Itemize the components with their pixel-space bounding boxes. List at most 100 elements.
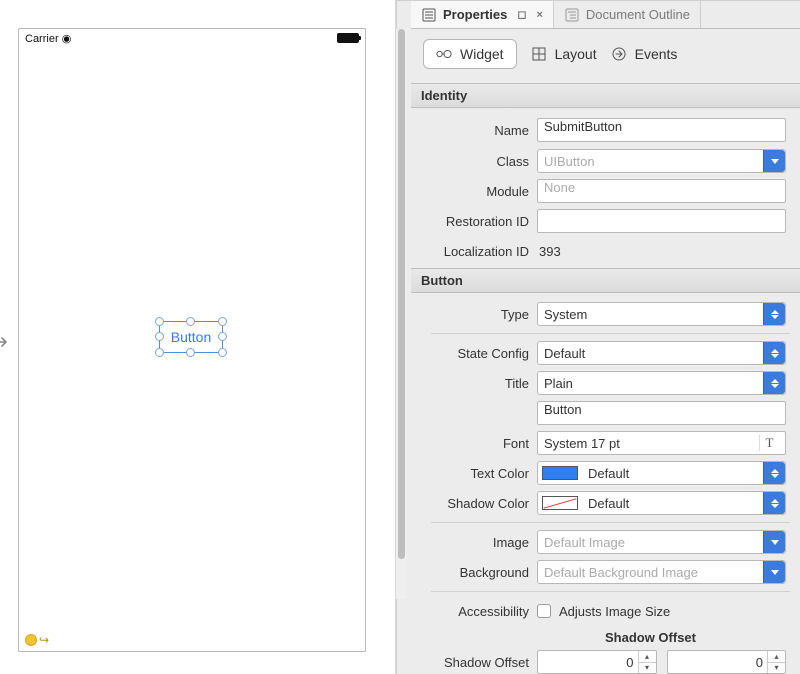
label-localization-id: Localization ID <box>411 244 537 259</box>
button-form: Type System State Config Default <box>411 293 800 674</box>
resize-handle-bl[interactable] <box>155 348 164 357</box>
title-kind-select[interactable]: Plain <box>537 371 786 395</box>
dropdown-caret-icon <box>763 462 785 484</box>
label-restoration-id: Restoration ID <box>411 214 537 229</box>
label-shadow-offset: Shadow Offset <box>411 655 537 670</box>
module-input[interactable]: None <box>537 179 786 203</box>
label-type: Type <box>411 307 537 322</box>
label-class: Class <box>411 154 537 169</box>
mode-layout-button[interactable]: Layout <box>531 46 597 62</box>
title-text-input[interactable]: Button <box>537 401 786 425</box>
dropdown-caret-icon <box>763 561 785 583</box>
text-color-select[interactable]: Default <box>537 461 786 485</box>
shadow-color-swatch <box>542 496 578 510</box>
state-config-select[interactable]: Default <box>537 341 786 365</box>
widget-mode-icon <box>436 46 452 62</box>
scrollbar-thumb[interactable] <box>398 29 405 559</box>
stepper-spinner[interactable]: ▴▾ <box>767 651 785 673</box>
scrollbar[interactable] <box>396 29 407 599</box>
tab-outline-label: Document Outline <box>586 7 690 22</box>
accessibility-checkbox[interactable] <box>537 604 551 618</box>
section-header-button: Button <box>411 268 800 293</box>
label-shadow-color: Shadow Color <box>411 496 537 511</box>
type-select-value: System <box>544 307 587 322</box>
label-title: Title <box>411 376 537 391</box>
class-select[interactable]: UIButton <box>537 149 786 173</box>
widget-label: Button <box>171 329 211 345</box>
shadow-color-select[interactable]: Default <box>537 491 786 515</box>
font-picker-icon[interactable]: T <box>759 435 779 451</box>
stepper-spinner[interactable]: ▴▾ <box>638 651 656 673</box>
tab-properties[interactable]: Properties ◻ × <box>411 1 554 28</box>
carrier-text: Carrier <box>25 33 59 45</box>
label-image: Image <box>411 535 537 550</box>
mode-widget-button[interactable]: Widget <box>423 39 517 69</box>
design-canvas-pane: Carrier ◉ Button <box>0 0 396 674</box>
label-accessibility: Accessibility <box>411 604 537 619</box>
canvas-area[interactable]: Button <box>19 45 365 629</box>
font-input[interactable]: System 17 pt T <box>537 431 786 455</box>
device-statusbar: Carrier ◉ <box>19 29 365 45</box>
resize-handle-bm[interactable] <box>186 348 195 357</box>
state-config-value: Default <box>544 346 585 361</box>
canvas-footer-icons: ↪ <box>25 633 49 647</box>
device-frame[interactable]: Carrier ◉ Button <box>18 28 366 652</box>
label-module: Module <box>411 184 537 199</box>
resize-handle-tl[interactable] <box>155 317 164 326</box>
dropdown-caret-icon <box>763 342 785 364</box>
resize-handle-ml[interactable] <box>155 332 164 341</box>
separator <box>431 591 790 592</box>
dropdown-caret-icon <box>763 303 785 325</box>
mode-layout-label: Layout <box>555 46 597 62</box>
dropdown-caret-icon <box>763 531 785 553</box>
restoration-id-input[interactable] <box>537 209 786 233</box>
label-state-config: State Config <box>411 346 537 361</box>
pane-tab-bar: Properties ◻ × Document Outline <box>411 1 800 29</box>
inspector-pane: Properties ◻ × Document Outline Widget <box>396 0 800 674</box>
dropdown-caret-icon <box>763 492 785 514</box>
label-font: Font <box>411 436 537 451</box>
tab-properties-label: Properties <box>443 7 507 22</box>
image-select-value: Default Image <box>544 535 625 550</box>
background-select-value: Default Background Image <box>544 565 698 580</box>
background-select[interactable]: Default Background Image <box>537 560 786 584</box>
shadow-color-value: Default <box>588 496 629 511</box>
label-background: Background <box>411 565 537 580</box>
shadow-offset-x-stepper[interactable]: 0 ▴▾ <box>537 650 657 674</box>
selected-button-widget[interactable]: Button <box>159 321 223 353</box>
outline-tab-icon <box>564 7 580 23</box>
warning-dot-icon[interactable] <box>25 634 37 646</box>
shadow-offset-x-value: 0 <box>626 655 633 670</box>
shadow-offset-heading: Shadow Offset <box>411 626 790 647</box>
shadow-offset-y-stepper[interactable]: 0 ▴▾ <box>667 650 787 674</box>
resize-handle-mr[interactable] <box>218 332 227 341</box>
dropdown-caret-icon <box>763 372 785 394</box>
wifi-icon: ◉ <box>62 33 72 45</box>
identity-form: Name SubmitButton Class UIButton Module … <box>411 108 800 268</box>
carrier-label: Carrier ◉ <box>25 32 71 45</box>
inspector-mode-row: Widget Layout Events <box>411 29 800 83</box>
separator <box>431 333 790 334</box>
exit-arrow-icon[interactable]: ↪ <box>39 633 49 647</box>
layout-mode-icon <box>531 46 547 62</box>
name-input[interactable]: SubmitButton <box>537 118 786 142</box>
tab-document-outline[interactable]: Document Outline <box>554 1 701 28</box>
accessibility-check-label: Adjusts Image Size <box>559 604 670 619</box>
tab-close-icon[interactable]: × <box>536 9 542 21</box>
text-color-swatch <box>542 466 578 480</box>
separator <box>431 522 790 523</box>
resize-handle-tr[interactable] <box>218 317 227 326</box>
mode-events-button[interactable]: Events <box>611 46 678 62</box>
dropdown-caret-icon <box>763 150 785 172</box>
resize-handle-tm[interactable] <box>186 317 195 326</box>
title-kind-value: Plain <box>544 376 573 391</box>
mode-events-label: Events <box>635 46 678 62</box>
type-select[interactable]: System <box>537 302 786 326</box>
tab-undock-icon[interactable]: ◻ <box>517 8 526 21</box>
font-value: System 17 pt <box>544 436 620 451</box>
expand-arrow-icon[interactable] <box>0 330 14 354</box>
image-select[interactable]: Default Image <box>537 530 786 554</box>
localization-id-value: 393 <box>537 244 561 259</box>
label-name: Name <box>411 123 537 138</box>
resize-handle-br[interactable] <box>218 348 227 357</box>
